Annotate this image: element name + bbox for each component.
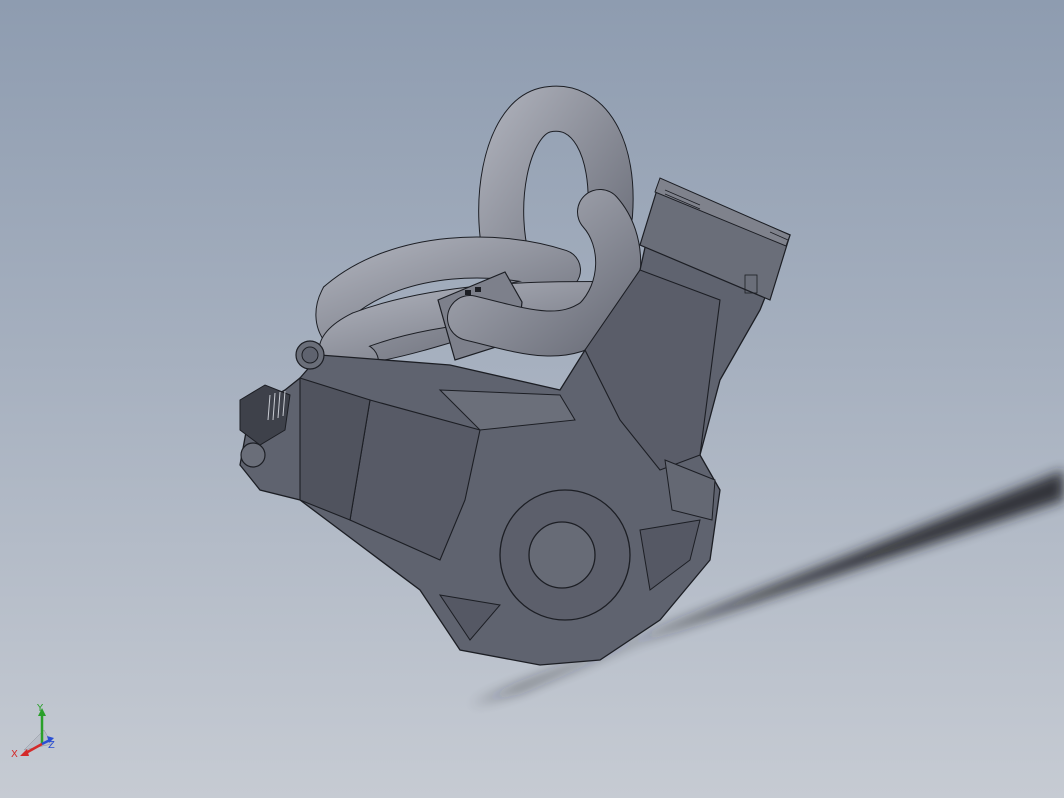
view-orientation-triad[interactable]: Y X Z — [10, 700, 70, 764]
triad-z-label: Z — [48, 740, 55, 751]
triad-y-label: Y — [36, 703, 44, 714]
pulley-lower — [240, 442, 266, 468]
cad-model-scene[interactable] — [0, 0, 1064, 798]
triad-x-label: X — [11, 749, 18, 760]
graphics-viewport[interactable]: Y X Z — [0, 0, 1064, 798]
crank-boss — [528, 521, 596, 589]
